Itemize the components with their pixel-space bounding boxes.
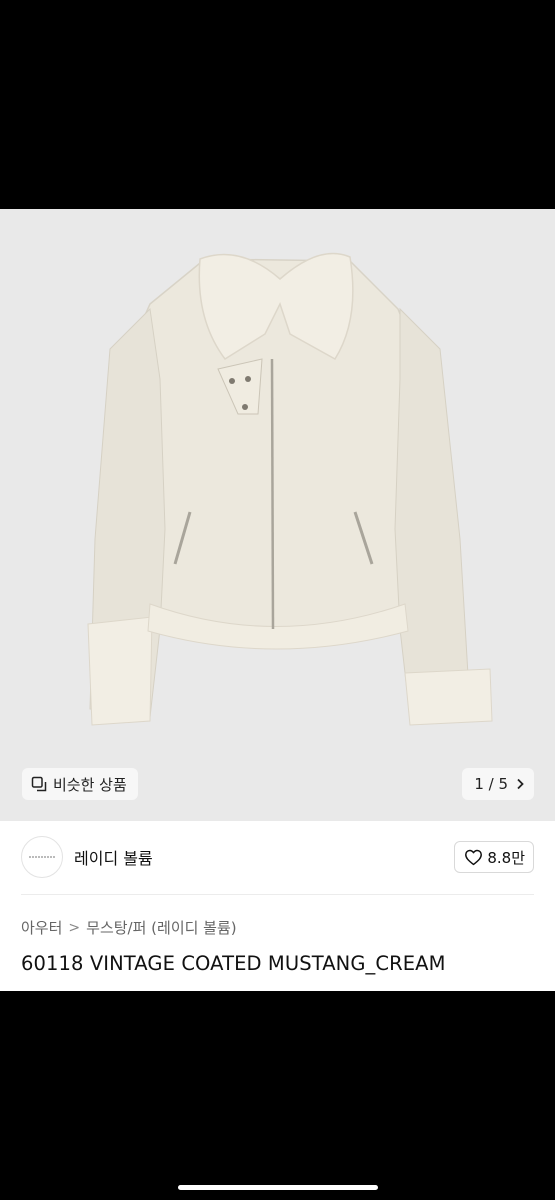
shop-name[interactable]: 레이디 볼륨 [74, 845, 153, 869]
shop-avatar[interactable] [21, 836, 63, 878]
divider [21, 894, 534, 895]
top-letterbox [0, 0, 555, 209]
breadcrumb-subcategory[interactable]: 무스탕/퍼 (레이디 볼륨) [86, 917, 237, 938]
product-info: 레이디 볼륨 8.8만 아우터 > 무스탕/퍼 (레이디 볼륨) 60118 V… [0, 821, 555, 991]
product-title: 60118 VINTAGE COATED MUSTANG_CREAM [21, 952, 446, 975]
similar-products-label: 비슷한 상품 [53, 775, 127, 794]
product-image-gallery[interactable]: 비슷한 상품 1 / 5 [0, 209, 555, 821]
page-indicator-text: 1 / 5 [474, 775, 508, 793]
shop-logo-mark [29, 856, 55, 858]
stacked-squares-icon [31, 776, 47, 792]
chevron-right-small-icon: > [68, 919, 81, 936]
bottom-letterbox [0, 991, 555, 1200]
breadcrumb-category[interactable]: 아우터 [21, 917, 62, 938]
similar-products-button[interactable]: 비슷한 상품 [22, 768, 138, 800]
product-image [87, 252, 493, 726]
heart-outline-icon [465, 849, 483, 865]
like-count: 8.8만 [487, 848, 525, 867]
like-button[interactable]: 8.8만 [454, 841, 534, 873]
image-page-indicator[interactable]: 1 / 5 [462, 768, 534, 800]
chevron-right-icon [517, 778, 524, 790]
shop-row[interactable]: 레이디 볼륨 8.8만 [21, 836, 534, 878]
breadcrumb: 아우터 > 무스탕/퍼 (레이디 볼륨) [21, 917, 237, 938]
home-indicator[interactable] [178, 1185, 378, 1190]
